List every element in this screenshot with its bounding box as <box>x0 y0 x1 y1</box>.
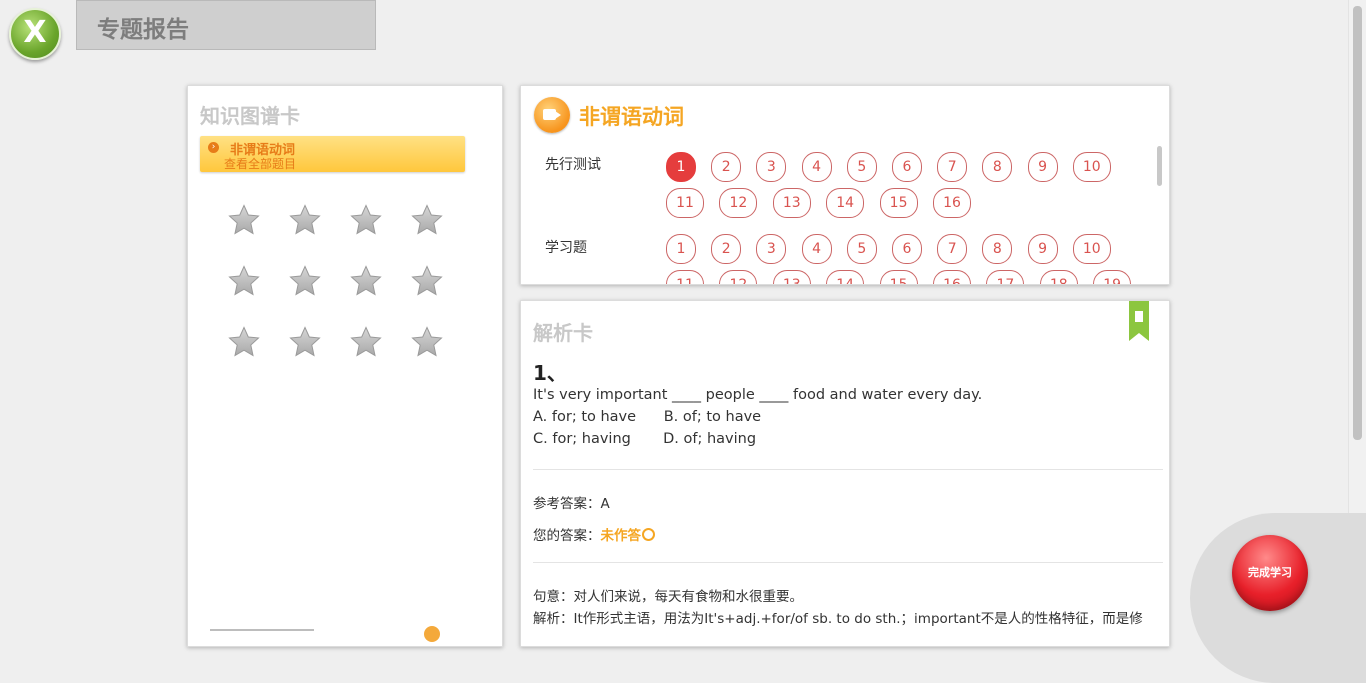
options-line-1: A. for; to have B. of; to have <box>533 409 762 425</box>
test-card: 非谓语动词 先行测试 学习题 1 2 3 4 5 6 7 8 9 10 11 12 13 14 15 16 1 2… <box>520 85 1170 285</box>
pretest-question-button[interactable]: 12 <box>719 188 758 218</box>
knowledge-map-title: 知识图谱卡 <box>200 104 300 128</box>
topic-button[interactable]: › 非谓语动词 查看全部题目 <box>200 136 465 172</box>
study-question-button[interactable]: 2 <box>711 234 742 264</box>
test-title: 非谓语动词 <box>579 105 684 129</box>
page-title-box: 专题报告 <box>76 0 376 50</box>
pretest-question-button[interactable]: 13 <box>772 188 811 218</box>
bookmark-icon[interactable] <box>1129 301 1149 341</box>
study-question-button[interactable]: 17 <box>986 270 1025 284</box>
logo-letter: X <box>23 15 47 50</box>
your-answer-label: 您的答案： <box>533 528 601 544</box>
study-question-button[interactable]: 6 <box>892 234 922 264</box>
question-number: 1、 <box>533 361 567 385</box>
pretest-question-button[interactable]: 1 <box>666 152 696 182</box>
study-question-button[interactable]: 12 <box>719 270 758 284</box>
star-icon <box>411 204 443 236</box>
star-icon <box>350 326 382 358</box>
star-icon <box>228 326 260 358</box>
pretest-question-button[interactable]: 4 <box>801 152 832 182</box>
star-icon <box>350 265 382 297</box>
knowledge-map-card: 知识图谱卡 › 非谓语动词 查看全部题目 <box>187 85 503 647</box>
unanswered-circle-icon <box>642 528 655 541</box>
topic-view-all: 查看全部题目 <box>224 157 297 171</box>
study-question-button[interactable]: 16 <box>933 270 971 284</box>
question-list-scrollbar[interactable] <box>1157 146 1162 186</box>
pretest-question-button[interactable]: 6 <box>892 152 922 182</box>
star-icon <box>289 265 321 297</box>
options-line-2: C. for; having D. of; having <box>533 431 757 447</box>
sentence-meaning: 句意：对人们来说，每天有食物和水很重要。 <box>533 589 803 605</box>
study-question-button[interactable]: 10 <box>1072 234 1111 264</box>
pretest-question-button[interactable]: 16 <box>933 188 971 218</box>
reference-answer-label: 参考答案： <box>533 496 601 512</box>
pretest-question-button[interactable]: 2 <box>711 152 742 182</box>
study-question-button[interactable]: 8 <box>982 234 1013 264</box>
pretest-question-button[interactable]: 14 <box>826 188 865 218</box>
chevron-right-icon: › <box>208 142 219 153</box>
pretest-question-button[interactable]: 15 <box>879 188 918 218</box>
study-question-button[interactable]: 11 <box>666 270 704 284</box>
pretest-question-button[interactable]: 5 <box>846 152 877 182</box>
pretest-question-button[interactable]: 11 <box>666 188 704 218</box>
explanation-text: 解析：It作形式主语，用法为It's+adj.+for/of sb. to do… <box>533 611 1143 627</box>
star-icon <box>289 326 321 358</box>
star-icon <box>411 326 443 358</box>
divider <box>533 469 1163 470</box>
study-question-button[interactable]: 13 <box>772 270 811 284</box>
study-question-button[interactable]: 4 <box>801 234 832 264</box>
pretest-label: 先行测试 <box>545 157 601 173</box>
study-question-button[interactable]: 15 <box>879 270 918 284</box>
your-answer-value: 未作答 <box>600 528 642 544</box>
your-answer: 您的答案：未作答 <box>533 524 655 544</box>
finish-study-button[interactable]: 完成学习 <box>1232 535 1308 611</box>
finish-area: 完成学习 <box>1190 513 1366 683</box>
star-icon <box>228 204 260 236</box>
star-icon <box>289 204 321 236</box>
video-camera-icon[interactable] <box>534 97 570 133</box>
analysis-card: 解析卡 1、 It's very important ____ people _… <box>520 300 1170 647</box>
pretest-question-button[interactable]: 3 <box>756 152 787 182</box>
star-icon <box>350 204 382 236</box>
star-icon <box>228 265 260 297</box>
reference-answer: 参考答案：A <box>533 492 610 512</box>
study-question-button[interactable]: 3 <box>756 234 787 264</box>
study-question-button[interactable]: 5 <box>846 234 877 264</box>
pretest-question-button[interactable]: 10 <box>1072 152 1111 182</box>
app-logo-button[interactable]: X <box>9 8 61 60</box>
page-title: 专题报告 <box>97 17 189 43</box>
study-label: 学习题 <box>545 240 587 256</box>
study-question-button[interactable]: 18 <box>1039 270 1078 284</box>
study-question-button[interactable]: 14 <box>826 270 865 284</box>
pretest-question-button[interactable]: 7 <box>937 152 968 182</box>
analysis-title: 解析卡 <box>533 321 593 345</box>
bottom-dot-icon <box>424 626 440 642</box>
study-question-button[interactable]: 1 <box>666 234 696 264</box>
page-scrollbar-thumb[interactable] <box>1353 6 1362 440</box>
star-icon <box>411 265 443 297</box>
question-text: It's very important ____ people ____ foo… <box>533 387 983 403</box>
pretest-question-button[interactable]: 8 <box>982 152 1013 182</box>
reference-answer-value: A <box>600 496 610 512</box>
pretest-question-button[interactable]: 9 <box>1027 152 1058 182</box>
study-question-button[interactable]: 7 <box>937 234 968 264</box>
study-question-button[interactable]: 19 <box>1093 270 1132 284</box>
divider <box>533 562 1163 563</box>
study-question-button[interactable]: 9 <box>1027 234 1058 264</box>
